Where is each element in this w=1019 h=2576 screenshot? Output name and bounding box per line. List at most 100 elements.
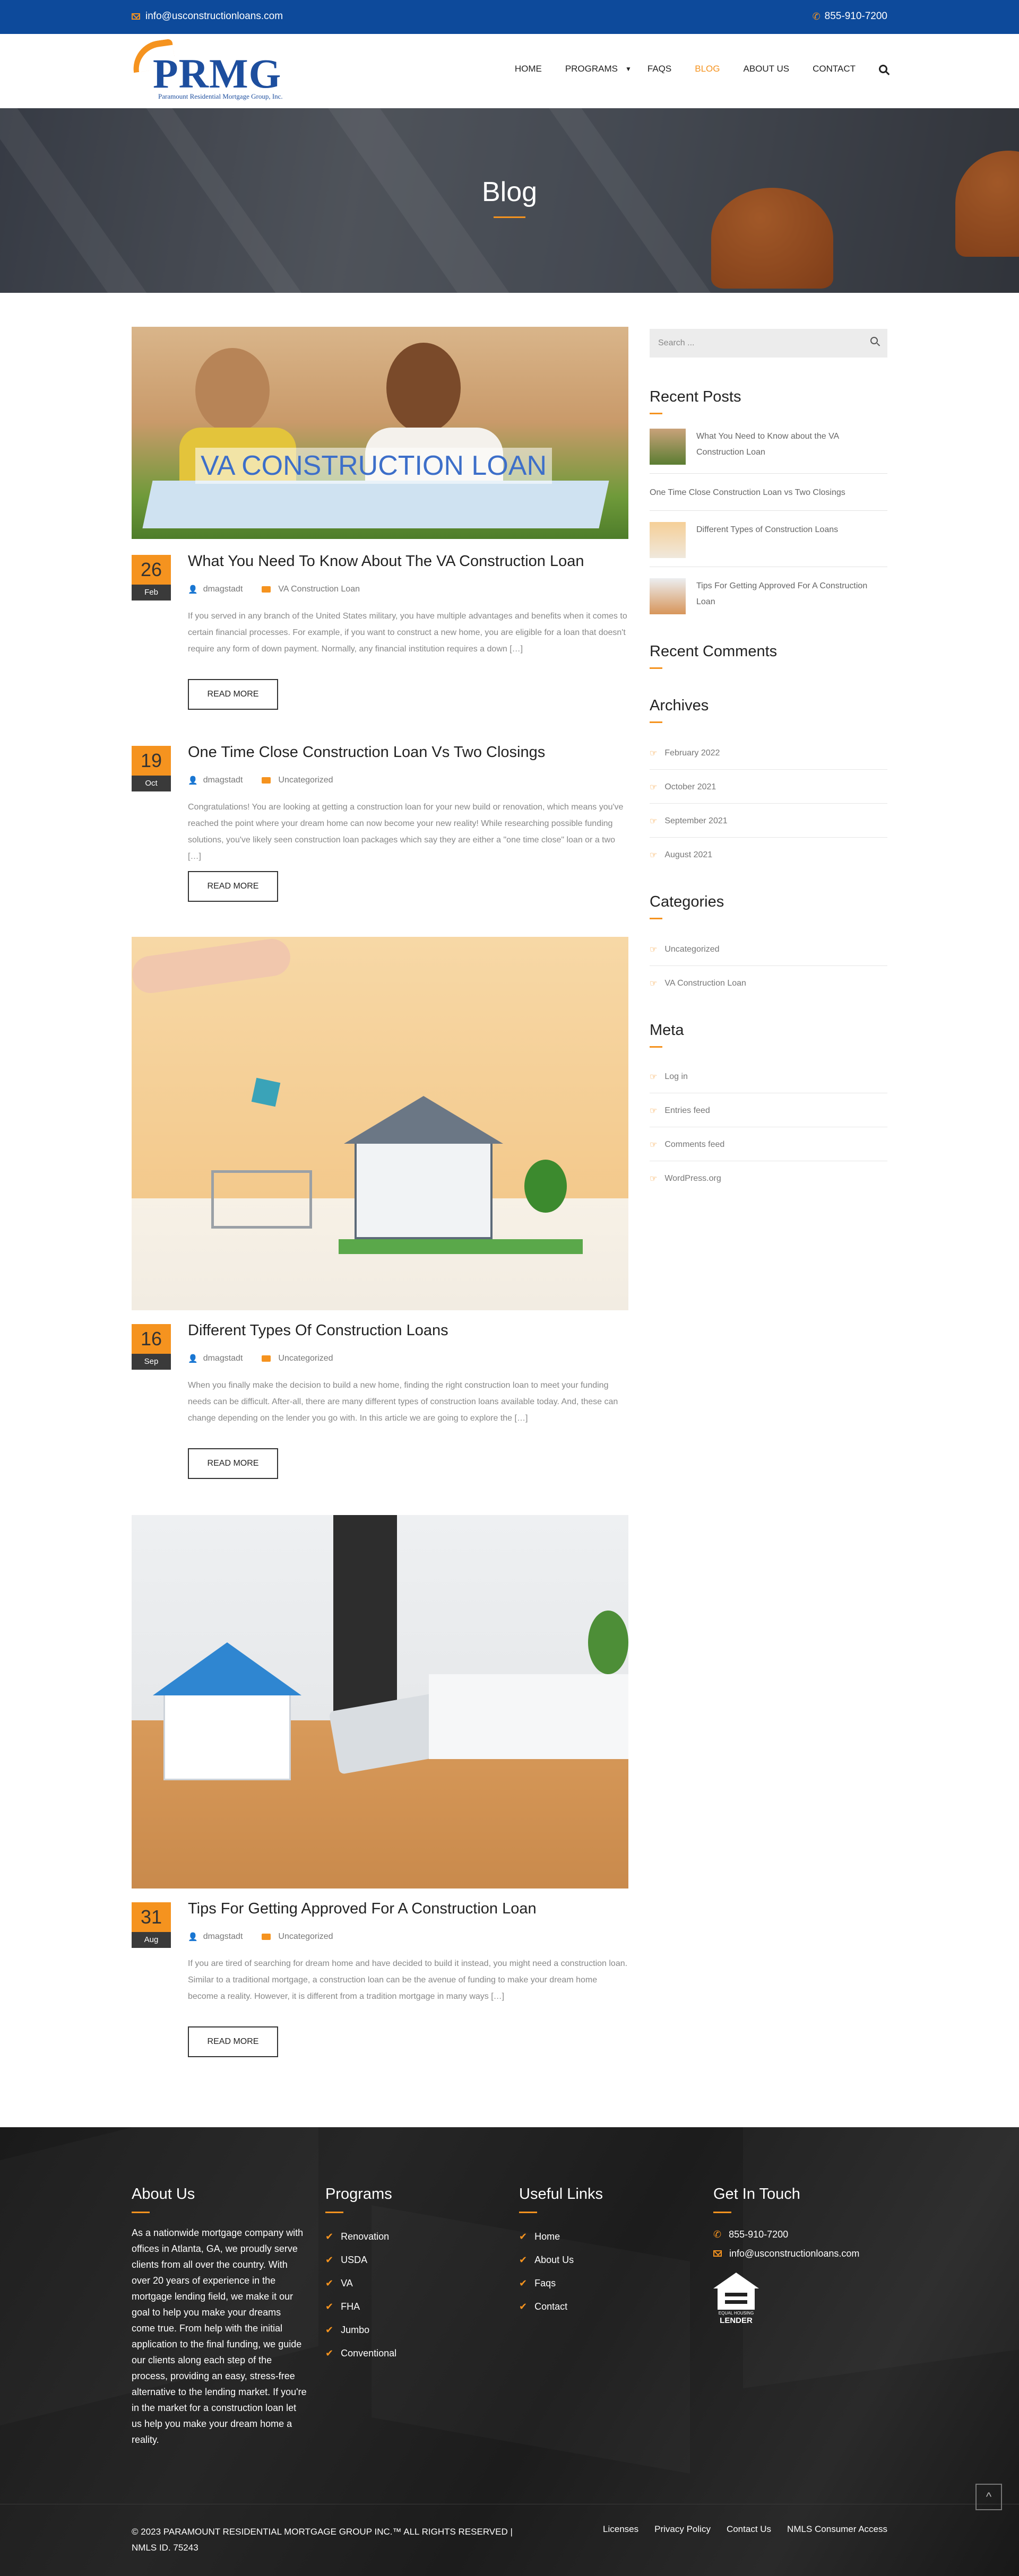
chevron-down-icon[interactable]: ▼ — [625, 65, 632, 73]
nav-contact[interactable]: CONTACT — [801, 64, 867, 74]
post-day: 26 — [132, 555, 171, 585]
search-icon[interactable] — [870, 337, 878, 344]
footer-program-link[interactable]: ✔ Renovation — [325, 2225, 396, 2248]
post-author[interactable]: dmagstadt — [203, 1354, 243, 1363]
topbar-phone-text[interactable]: 855-910-7200 — [825, 11, 887, 22]
recent-posts-title: Recent Posts — [650, 388, 741, 405]
hand-point-icon: ☞ — [650, 817, 658, 826]
footer-link[interactable]: ✔ Home — [519, 2225, 603, 2248]
folder-icon — [262, 1355, 271, 1362]
recent-post-link[interactable]: Tips For Getting Approved For A Construc… — [696, 578, 887, 610]
category-item[interactable]: ☞ VA Construction Loan — [650, 978, 887, 989]
post-thumbnail[interactable] — [650, 578, 686, 614]
footer-program-link[interactable]: ✔ Jumbo — [325, 2318, 396, 2342]
post-title[interactable]: Tips For Getting Approved For A Construc… — [188, 1900, 537, 1918]
post-image[interactable] — [132, 937, 628, 1310]
search-icon[interactable] — [879, 65, 887, 73]
post-date: 26 Feb — [132, 555, 171, 601]
post-title[interactable]: One Time Close Construction Loan Vs Two … — [188, 744, 545, 761]
footer-bottom-link[interactable]: Privacy Policy — [654, 2524, 711, 2535]
post-category[interactable]: VA Construction Loan — [278, 585, 360, 594]
search-input[interactable]: Search ... — [658, 338, 694, 348]
title-underline — [494, 216, 525, 218]
archive-item[interactable]: ☞ August 2021 — [650, 850, 887, 860]
read-more-button[interactable]: READ MORE — [188, 2026, 278, 2057]
check-icon: ✔ — [325, 2277, 334, 2288]
read-more-button[interactable]: READ MORE — [188, 1448, 278, 1479]
post-month: Oct — [132, 776, 171, 791]
topbar-phone[interactable]: ✆ 855-910-7200 — [813, 11, 887, 22]
footer-link[interactable]: ✔ About Us — [519, 2248, 603, 2272]
blog-post: 19 Oct One Time Close Construction Loan … — [132, 732, 628, 907]
categories-title: Categories — [650, 893, 724, 910]
user-icon: 👤 — [188, 776, 198, 785]
post-category[interactable]: Uncategorized — [278, 1932, 333, 1942]
meta-item[interactable]: ☞ Comments feed — [650, 1139, 887, 1150]
check-icon: ✔ — [519, 2254, 528, 2265]
hand-point-icon: ☞ — [650, 783, 658, 792]
footer-program-link[interactable]: ✔ USDA — [325, 2248, 396, 2272]
main-nav: HOME PROGRAMS ▼ FAQS BLOG ABOUT US CONTAC… — [503, 64, 887, 74]
nav-programs[interactable]: PROGRAMS — [554, 64, 621, 74]
post-day: 19 — [132, 746, 171, 776]
post-image[interactable] — [132, 1515, 628, 1889]
recent-post-link[interactable]: What You Need to Know about the VA Const… — [696, 429, 887, 460]
footer-about-text: As a nationwide mortgage company with of… — [132, 2227, 307, 2445]
post-category[interactable]: Uncategorized — [278, 1354, 333, 1363]
meta-item[interactable]: ☞ WordPress.org — [650, 1173, 887, 1184]
archive-item[interactable]: ☞ September 2021 — [650, 816, 887, 826]
post-author[interactable]: dmagstadt — [203, 585, 243, 594]
footer-email[interactable]: info@usconstructionloans.com — [713, 2244, 859, 2263]
read-more-button[interactable]: READ MORE — [188, 871, 278, 902]
post-title[interactable]: Different Types Of Construction Loans — [188, 1322, 448, 1339]
recent-post-item[interactable]: What You Need to Know about the VA Const… — [650, 429, 887, 465]
nav-about-us[interactable]: ABOUT US — [732, 64, 801, 74]
post-meta: 👤 dmagstadt Uncategorized — [188, 776, 333, 785]
recent-post-item[interactable]: Tips For Getting Approved For A Construc… — [650, 578, 887, 614]
post-thumbnail[interactable] — [650, 522, 686, 558]
footer-about: About Us As a nationwide mortgage compan… — [132, 2186, 307, 2448]
post-author[interactable]: dmagstadt — [203, 1932, 243, 1942]
back-to-top-button[interactable]: ^ — [975, 2484, 1002, 2510]
phone-icon: ✆ — [812, 11, 821, 22]
logo-text: PRMG — [153, 50, 282, 97]
recent-post-item[interactable]: One Time Close Construction Loan vs Two … — [650, 485, 887, 501]
meta-item[interactable]: ☞ Entries feed — [650, 1106, 887, 1116]
meta-item[interactable]: ☞ Log in — [650, 1072, 887, 1082]
read-more-button[interactable]: READ MORE — [188, 679, 278, 710]
footer-contact: Get In Touch ✆ 855-910-7200 info@usconstr… — [713, 2186, 859, 2326]
check-icon: ✔ — [325, 2254, 334, 2265]
recent-post-link[interactable]: One Time Close Construction Loan vs Two … — [650, 485, 845, 501]
post-date: 31 Aug — [132, 1902, 171, 1948]
footer-program-link[interactable]: ✔ Conventional — [325, 2342, 396, 2365]
topbar-email[interactable]: info@usconstructionloans.com — [132, 11, 283, 22]
post-category[interactable]: Uncategorized — [278, 776, 333, 785]
footer-bottom-link[interactable]: Contact Us — [727, 2524, 771, 2535]
nav-blog[interactable]: BLOG — [683, 64, 731, 74]
nav-faqs[interactable]: FAQS — [636, 64, 683, 74]
post-thumbnail[interactable] — [650, 429, 686, 465]
site-logo[interactable]: PRMG Paramount Residential Mortgage Grou… — [129, 38, 301, 104]
archive-item[interactable]: ☞ October 2021 — [650, 782, 887, 793]
archive-item[interactable]: ☞ February 2022 — [650, 748, 887, 759]
footer-program-link[interactable]: ✔ VA — [325, 2272, 396, 2295]
footer-bottom-link[interactable]: NMLS Consumer Access — [787, 2524, 887, 2535]
topbar-email-text[interactable]: info@usconstructionloans.com — [145, 11, 283, 22]
sidebar-search[interactable]: Search ... — [650, 329, 887, 358]
post-meta: 👤 dmagstadt Uncategorized — [188, 1932, 333, 1942]
footer-bottom-link[interactable]: Licenses — [603, 2524, 638, 2535]
post-title[interactable]: What You Need To Know About The VA Const… — [188, 553, 584, 570]
nav-home[interactable]: HOME — [503, 64, 554, 74]
envelope-icon — [132, 13, 140, 20]
footer-phone[interactable]: ✆ 855-910-7200 — [713, 2225, 859, 2244]
footer-link[interactable]: ✔ Faqs — [519, 2272, 603, 2295]
archives-title: Archives — [650, 697, 709, 714]
post-author[interactable]: dmagstadt — [203, 776, 243, 785]
footer-link[interactable]: ✔ Contact — [519, 2295, 603, 2318]
recent-post-item[interactable]: Different Types of Construction Loans — [650, 522, 887, 558]
post-image[interactable]: VA CONSTRUCTION LOAN — [132, 327, 628, 539]
category-item[interactable]: ☞ Uncategorized — [650, 944, 887, 955]
phone-icon: ✆ — [713, 2229, 722, 2240]
recent-post-link[interactable]: Different Types of Construction Loans — [696, 522, 838, 538]
footer-program-link[interactable]: ✔ FHA — [325, 2295, 396, 2318]
